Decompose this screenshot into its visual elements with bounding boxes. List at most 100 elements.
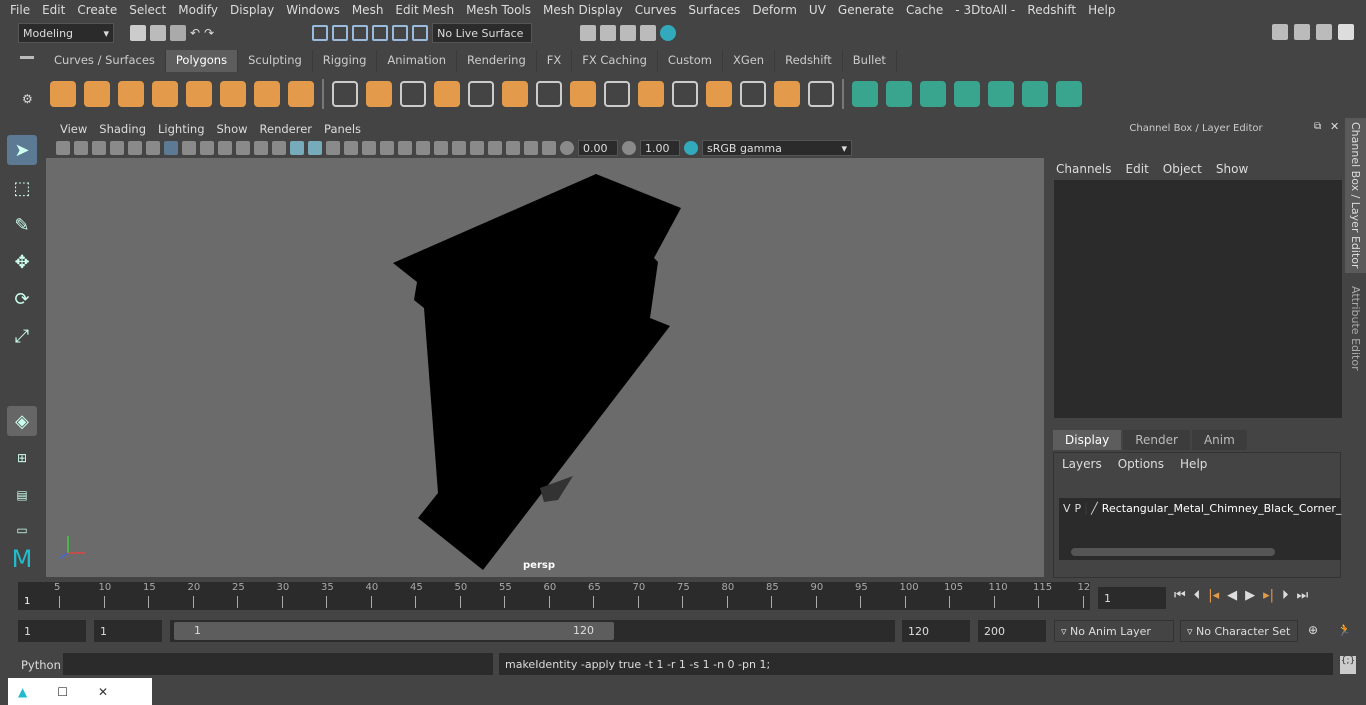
merge-icon[interactable] bbox=[740, 81, 766, 107]
script-language-toggle[interactable]: Python bbox=[21, 658, 61, 672]
unfold-icon[interactable] bbox=[1022, 81, 1048, 107]
anim-layer-select[interactable]: ▿ No Anim Layer bbox=[1054, 620, 1174, 642]
image-plane-icon[interactable] bbox=[110, 141, 124, 155]
viewport-menu-view[interactable]: View bbox=[54, 122, 93, 136]
channel-box-toggle-icon[interactable] bbox=[1338, 24, 1354, 40]
tab-polygons[interactable]: Polygons bbox=[165, 50, 239, 72]
step-back-key-icon[interactable]: |◂ bbox=[1208, 588, 1219, 603]
hud-icon[interactable] bbox=[542, 141, 556, 155]
live-surface-field[interactable]: No Live Surface bbox=[432, 23, 533, 43]
new-scene-icon[interactable] bbox=[130, 25, 146, 41]
mode-selector[interactable]: Modeling ▾ bbox=[18, 23, 114, 43]
layer-menu-layers[interactable]: Layers bbox=[1062, 457, 1102, 471]
tool-settings-icon[interactable] bbox=[1316, 24, 1332, 40]
smooth-icon[interactable] bbox=[434, 81, 460, 107]
visibility-toggle[interactable]: V bbox=[1063, 502, 1071, 515]
scene-end-field[interactable]: 200 bbox=[978, 620, 1046, 642]
animation-preferences-icon[interactable]: 🏃 bbox=[1337, 623, 1352, 637]
ipr-render-icon[interactable] bbox=[620, 25, 637, 41]
snap-curve-icon[interactable] bbox=[332, 25, 349, 41]
outliner-layout-icon[interactable]: ▤ bbox=[7, 480, 37, 510]
playback-start-field[interactable]: 1 bbox=[94, 620, 162, 642]
single-perspective-layout-icon[interactable]: ◈ bbox=[7, 406, 37, 436]
camera-attributes-icon[interactable] bbox=[74, 141, 88, 155]
layer-row[interactable]: V P ╱ Rectangular_Metal_Chimney_Black_Co… bbox=[1059, 498, 1341, 519]
menu-windows[interactable]: Windows bbox=[280, 3, 346, 17]
resolution-gate-icon[interactable] bbox=[200, 141, 214, 155]
2d-pan-zoom-icon[interactable] bbox=[128, 141, 142, 155]
viewport-menu-lighting[interactable]: Lighting bbox=[152, 122, 210, 136]
isolate-select-icon[interactable] bbox=[488, 141, 502, 155]
menu-generate[interactable]: Generate bbox=[832, 3, 900, 17]
four-view-layout-icon[interactable]: ⊞ bbox=[7, 443, 37, 473]
channel-menu-object[interactable]: Object bbox=[1163, 162, 1202, 176]
layer-tab-anim[interactable]: Anim bbox=[1191, 430, 1247, 450]
depth-of-field-icon[interactable] bbox=[452, 141, 466, 155]
menu-surfaces[interactable]: Surfaces bbox=[682, 3, 746, 17]
playback-end-field[interactable]: 120 bbox=[902, 620, 970, 642]
poly-pyramid-icon[interactable] bbox=[254, 81, 280, 107]
tab-rigging[interactable]: Rigging bbox=[312, 50, 378, 72]
hypershade-icon[interactable] bbox=[660, 25, 677, 41]
fill-hole-icon[interactable] bbox=[604, 81, 630, 107]
go-to-end-icon[interactable]: ⏭ bbox=[1297, 588, 1309, 603]
planar-map-icon[interactable] bbox=[886, 81, 912, 107]
target-weld-icon[interactable] bbox=[774, 81, 800, 107]
textured-icon[interactable] bbox=[344, 141, 358, 155]
tab-rendering[interactable]: Rendering bbox=[457, 50, 537, 72]
insert-edge-loop-icon[interactable] bbox=[672, 81, 698, 107]
menu-modify[interactable]: Modify bbox=[172, 3, 224, 17]
layer-menu-options[interactable]: Options bbox=[1118, 457, 1164, 471]
grease-pencil-icon[interactable] bbox=[146, 141, 160, 155]
layer-color-icon[interactable]: ╱ bbox=[1091, 502, 1098, 515]
tab-redshift[interactable]: Redshift bbox=[775, 50, 843, 72]
anti-aliasing-icon[interactable] bbox=[434, 141, 448, 155]
close-icon[interactable]: ✕ bbox=[1330, 120, 1339, 133]
viewport-menu-renderer[interactable]: Renderer bbox=[254, 122, 319, 136]
tab-channel-box[interactable]: Channel Box / Layer Editor bbox=[1345, 118, 1366, 273]
tab-animation[interactable]: Animation bbox=[377, 50, 458, 72]
channel-menu-edit[interactable]: Edit bbox=[1126, 162, 1149, 176]
menu-help[interactable]: Help bbox=[1082, 3, 1121, 17]
step-back-icon[interactable]: ⏴ bbox=[1194, 588, 1201, 603]
play-backward-icon[interactable]: ◀ bbox=[1227, 588, 1237, 603]
spherical-map-icon[interactable] bbox=[954, 81, 980, 107]
quad-draw-icon[interactable] bbox=[808, 81, 834, 107]
attribute-editor-toggle-icon[interactable] bbox=[1294, 24, 1310, 40]
window-close-icon[interactable]: ✕ bbox=[98, 685, 108, 699]
smooth-shade-icon[interactable] bbox=[308, 141, 322, 155]
redo-icon[interactable]: ↷ bbox=[204, 26, 214, 40]
scale-tool-icon[interactable]: ⤢ bbox=[7, 321, 37, 351]
horizontal-scrollbar[interactable] bbox=[1071, 548, 1275, 556]
extrude-icon[interactable] bbox=[570, 81, 596, 107]
menu-redshift[interactable]: Redshift bbox=[1021, 3, 1082, 17]
tab-bullet[interactable]: Bullet bbox=[842, 50, 897, 72]
step-forward-key-icon[interactable]: ▸| bbox=[1263, 588, 1274, 603]
snap-point-icon[interactable] bbox=[352, 25, 369, 41]
extract-icon[interactable] bbox=[468, 81, 494, 107]
time-slider[interactable]: 1 5 10 15 20 25 30 35 40 45 50 55 60 65 70 75 80 85 90 95 10… bbox=[18, 582, 1090, 610]
menu-edit-mesh[interactable]: Edit Mesh bbox=[389, 3, 460, 17]
xray-active-icon[interactable] bbox=[524, 141, 538, 155]
menu-select[interactable]: Select bbox=[123, 3, 172, 17]
motion-blur-icon[interactable] bbox=[470, 141, 484, 155]
bridge-icon[interactable] bbox=[502, 81, 528, 107]
layer-menu-help[interactable]: Help bbox=[1180, 457, 1207, 471]
ambient-occlusion-icon[interactable] bbox=[416, 141, 430, 155]
tab-fx-caching[interactable]: FX Caching bbox=[572, 50, 658, 72]
color-space-select[interactable]: sRGB gamma ▾ bbox=[702, 140, 852, 156]
snap-surface-icon[interactable] bbox=[392, 25, 409, 41]
menu-display[interactable]: Display bbox=[224, 3, 280, 17]
range-slider[interactable]: 1 120 bbox=[170, 620, 895, 642]
snap-view-icon[interactable] bbox=[372, 25, 389, 41]
current-frame-field[interactable]: 1 bbox=[1098, 587, 1166, 609]
grid-icon[interactable] bbox=[164, 141, 178, 155]
menu-file[interactable]: File bbox=[4, 3, 36, 17]
menu-cache[interactable]: Cache bbox=[900, 3, 949, 17]
channel-menu-channels[interactable]: Channels bbox=[1056, 162, 1112, 176]
tab-curves-surfaces[interactable]: Curves / Surfaces bbox=[44, 50, 166, 72]
camera-select-icon[interactable] bbox=[56, 141, 70, 155]
poly-cylinder-icon[interactable] bbox=[118, 81, 144, 107]
combine-icon[interactable] bbox=[332, 81, 358, 107]
menu-mesh-display[interactable]: Mesh Display bbox=[537, 3, 629, 17]
